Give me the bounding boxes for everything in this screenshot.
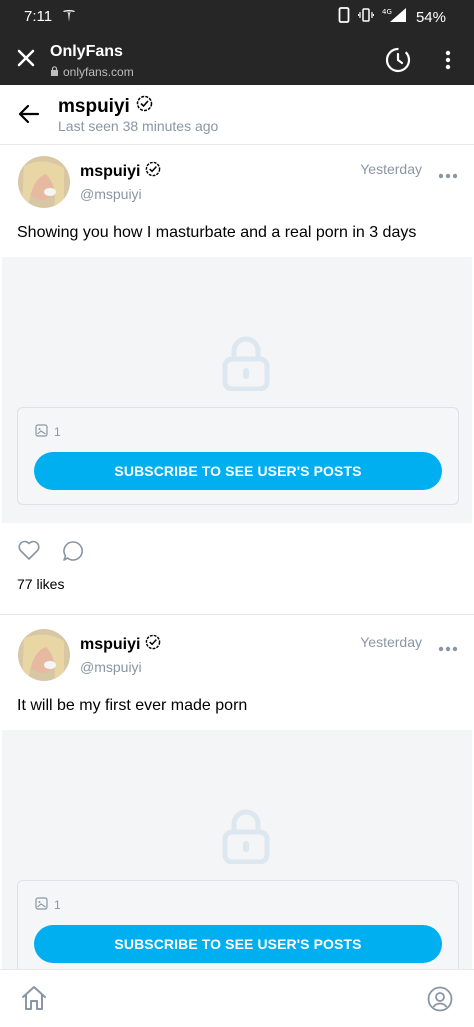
media-count: 1 <box>35 897 61 913</box>
signal-icon: 4G <box>382 7 408 27</box>
locked-media: 1 SUBSCRIBE TO SEE USER'S POSTS <box>2 257 472 523</box>
more-horiz-icon[interactable] <box>438 167 458 179</box>
profile-header: mspuiyi Last seen 38 minutes ago <box>0 85 474 145</box>
avatar[interactable] <box>18 156 70 208</box>
media-count-value: 1 <box>54 898 61 912</box>
battery-level: 54% <box>415 8 446 26</box>
post-date: Yesterday <box>360 634 422 650</box>
last-seen: Last seen 38 minutes ago <box>58 118 219 134</box>
verified-icon <box>145 161 161 182</box>
close-icon[interactable] <box>14 46 38 70</box>
verified-icon <box>145 634 161 655</box>
back-arrow-icon[interactable] <box>16 101 42 127</box>
browser-title: OnlyFans <box>50 43 123 60</box>
profile-icon[interactable] <box>427 986 453 1012</box>
image-icon <box>35 424 48 440</box>
media-count: 1 <box>35 424 61 440</box>
status-icons: 4G 54% <box>338 7 446 27</box>
post-actions <box>17 539 85 568</box>
tesla-icon <box>62 9 76 26</box>
post-date: Yesterday <box>360 161 422 177</box>
more-horiz-icon[interactable] <box>438 640 458 652</box>
comment-icon[interactable] <box>61 539 85 568</box>
bottom-nav <box>0 969 474 1027</box>
phone-icon <box>338 7 350 27</box>
header-username[interactable]: mspuiyi <box>58 95 153 118</box>
post: mspuiyi @mspuiyi Yesterday It will be my… <box>0 619 474 969</box>
vibrate-icon <box>357 7 375 27</box>
heart-icon[interactable] <box>17 539 41 568</box>
post-author[interactable]: mspuiyi <box>80 634 161 655</box>
status-time: 7:11 <box>24 8 53 25</box>
header-username-text: mspuiyi <box>58 95 130 117</box>
subscribe-button[interactable]: SUBSCRIBE TO SEE USER'S POSTS <box>34 925 442 963</box>
subscribe-card: 1 SUBSCRIBE TO SEE USER'S POSTS <box>17 407 459 505</box>
subscribe-button[interactable]: SUBSCRIBE TO SEE USER'S POSTS <box>34 452 442 490</box>
more-vert-icon[interactable] <box>440 48 456 72</box>
avatar[interactable] <box>18 629 70 681</box>
lock-icon <box>50 65 59 79</box>
post-handle[interactable]: @mspuiyi <box>80 659 142 675</box>
lock-icon <box>222 335 270 392</box>
post-divider <box>0 614 474 615</box>
post-text: It will be my first ever made porn <box>17 697 248 714</box>
image-icon <box>35 897 48 913</box>
status-bar: 7:11 4G 54% <box>0 0 474 34</box>
browser-toolbar: OnlyFans onlyfans.com <box>0 34 474 85</box>
post-author[interactable]: mspuiyi <box>80 161 161 182</box>
browser-url[interactable]: onlyfans.com <box>50 65 134 79</box>
post: mspuiyi @mspuiyi Yesterday Showing you h… <box>0 146 474 614</box>
home-icon[interactable] <box>20 984 48 1012</box>
network-label: 4G <box>382 8 392 16</box>
browser-url-text: onlyfans.com <box>63 65 134 79</box>
post-text: Showing you how I masturbate and a real … <box>17 224 417 241</box>
lock-icon <box>222 808 270 865</box>
history-icon[interactable] <box>384 46 412 74</box>
media-count-value: 1 <box>54 425 61 439</box>
subscribe-card: 1 SUBSCRIBE TO SEE USER'S POSTS <box>17 880 459 969</box>
post-author-name: mspuiyi <box>80 635 141 653</box>
post-author-name: mspuiyi <box>80 162 141 180</box>
locked-media: 1 SUBSCRIBE TO SEE USER'S POSTS <box>2 730 472 969</box>
post-handle[interactable]: @mspuiyi <box>80 186 142 202</box>
verified-icon <box>136 95 153 118</box>
likes-count[interactable]: 77 likes <box>17 576 64 592</box>
